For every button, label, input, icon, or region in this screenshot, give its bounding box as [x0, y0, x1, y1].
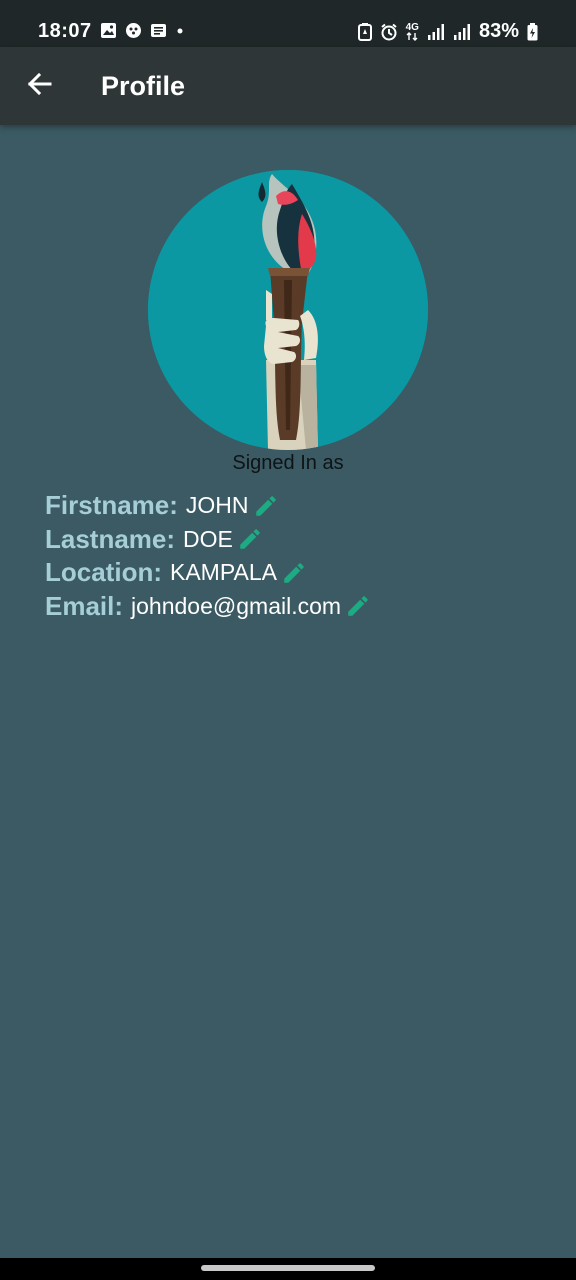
- pencil-icon: [348, 596, 368, 616]
- network-type-icon: 4G: [405, 21, 419, 41]
- pencil-icon: [284, 562, 304, 583]
- lastname-label: Lastname:: [45, 523, 176, 554]
- email-label: Email:: [45, 590, 124, 621]
- status-bar: 18:07 4G 83%: [0, 0, 576, 47]
- field-email: Email: johndoe@gmail.com: [45, 590, 372, 624]
- alarm-icon: [380, 23, 398, 41]
- location-label: Location:: [45, 557, 162, 588]
- avatar: [148, 170, 428, 450]
- edit-firstname-button[interactable]: [252, 492, 280, 520]
- edit-email-button[interactable]: [344, 592, 372, 620]
- system-icons: 4G 83%: [357, 20, 538, 43]
- signal-icon: [427, 23, 445, 41]
- network-type-label: 4G: [405, 21, 419, 33]
- edit-lastname-button[interactable]: [236, 525, 264, 553]
- field-firstname: Firstname: JOHN: [45, 489, 372, 523]
- field-lastname: Lastname: DOE: [45, 523, 372, 557]
- page-title: Profile: [101, 71, 186, 101]
- battery-saver-icon: [357, 22, 372, 41]
- firstname-label: Firstname:: [45, 490, 178, 521]
- status-time: 18:07: [38, 20, 92, 42]
- arrow-left-icon: [26, 71, 52, 102]
- battery-percentage: 83%: [478, 20, 519, 42]
- gallery-icon: [100, 22, 117, 39]
- pencil-icon: [240, 529, 260, 549]
- torch-illustration: [148, 170, 428, 450]
- pencil-icon: [255, 495, 276, 516]
- location-value: KAMPALA: [170, 559, 277, 586]
- signed-in-label: Signed In as: [232, 452, 344, 474]
- app-notification-icon: [125, 22, 142, 39]
- back-button[interactable]: [16, 63, 62, 109]
- navigation-bar: [0, 1258, 576, 1280]
- lastname-value: DOE: [183, 525, 233, 552]
- message-icon: [150, 22, 167, 39]
- more-dot-icon: [175, 22, 185, 39]
- profile-fields: Firstname: JOHN Lastname: DOE Location: …: [45, 489, 372, 623]
- email-value: johndoe@gmail.com: [131, 592, 342, 619]
- field-location: Location: KAMPALA: [45, 556, 372, 590]
- edit-location-button[interactable]: [280, 559, 308, 587]
- home-gesture-handle[interactable]: [201, 1265, 375, 1271]
- app-bar: Profile: [0, 47, 576, 125]
- battery-icon: [527, 22, 538, 41]
- signal-icon-2: [453, 23, 471, 41]
- firstname-value: JOHN: [185, 492, 249, 519]
- notification-icons: [100, 22, 185, 39]
